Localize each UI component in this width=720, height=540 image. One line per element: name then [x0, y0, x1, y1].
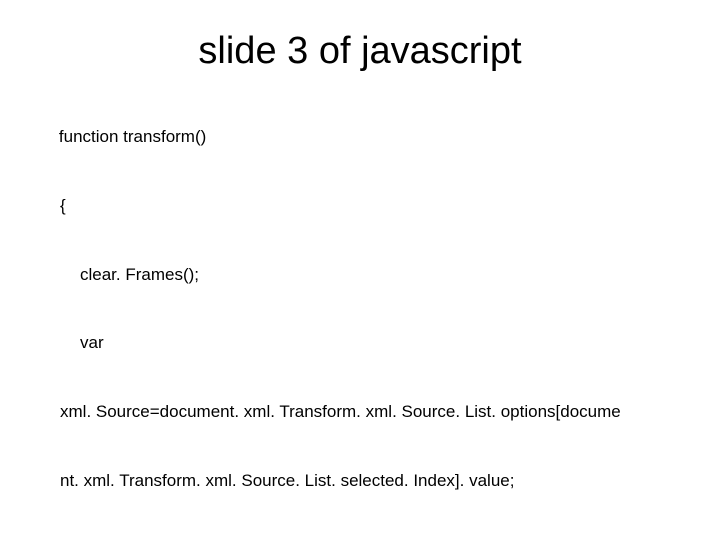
code-line: { [40, 195, 680, 218]
code-line: function transform() [59, 127, 206, 146]
code-line: nt. xml. Transform. xml. Source. List. s… [40, 470, 680, 493]
slide-container: slide 3 of javascript function transform… [0, 0, 720, 540]
slide-title: slide 3 of javascript [40, 30, 680, 73]
code-line: xml. Source=document. xml. Transform. xm… [40, 401, 680, 424]
code-line: var [40, 332, 680, 355]
code-line: clear. Frames(); [40, 264, 680, 287]
code-block: function transform() { clear. Frames(); … [40, 103, 680, 540]
